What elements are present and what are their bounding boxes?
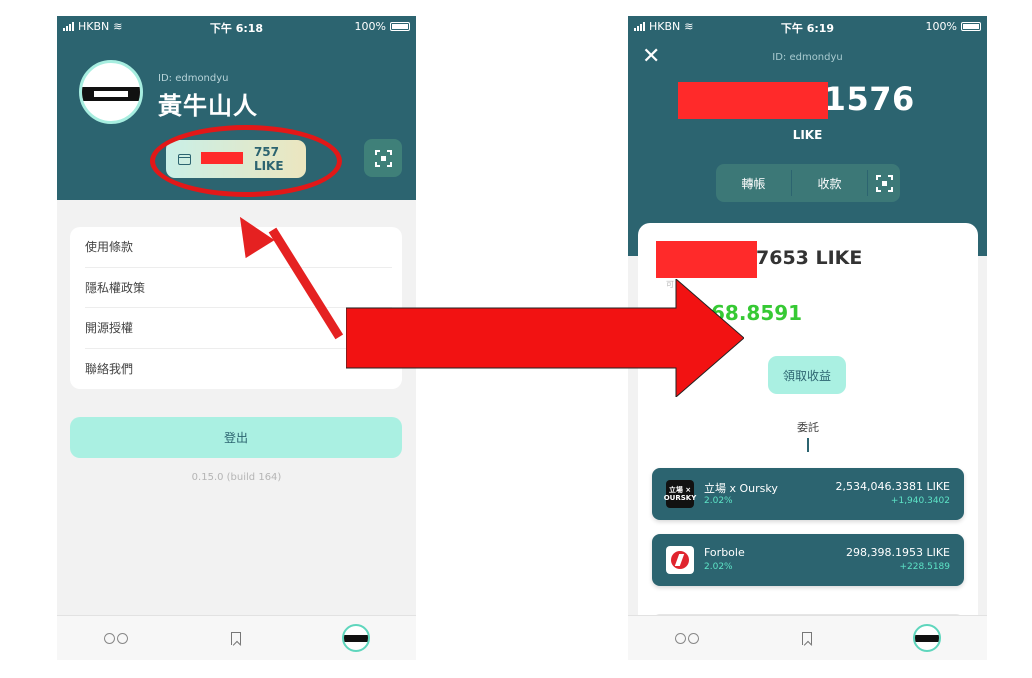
app-version: 0.15.0 (build 164): [191, 472, 282, 483]
battery-icon: [961, 22, 981, 31]
redaction-mark: [678, 82, 828, 119]
wallet-actions: 轉帳 收款: [716, 164, 900, 202]
forbole-icon: [671, 551, 689, 569]
claim-rewards-button[interactable]: 領取收益: [768, 356, 846, 394]
qr-scan-button[interactable]: [868, 174, 900, 192]
annotation-big-arrow: [346, 279, 744, 397]
bookmark-icon: [231, 631, 241, 645]
qr-code-icon: [374, 149, 392, 167]
validator-card[interactable]: Forbole 2.02% 298,398.1953 LIKE +228.518…: [652, 534, 964, 586]
validator-amount: 298,398.1953 LIKE: [845, 546, 950, 559]
tab-bar: [57, 615, 416, 660]
battery-percent: 100%: [354, 20, 386, 33]
qr-code-icon: [875, 174, 893, 192]
validator-reward: +228.5189: [899, 562, 950, 572]
redaction-mark: [656, 241, 757, 278]
validator-name: 立場 x Oursky: [704, 482, 778, 495]
tab-profile[interactable]: [341, 623, 371, 653]
user-id: ID: edmondyu: [158, 73, 229, 84]
qr-scan-button[interactable]: [364, 139, 402, 177]
tab-bookmarks[interactable]: [792, 623, 822, 653]
battery-info: 100%: [926, 20, 981, 33]
validator-amount: 2,534,046.3381 LIKE: [835, 480, 950, 493]
highlight-ellipse: [150, 125, 342, 197]
validator-rate: 2.02%: [704, 496, 733, 506]
forbole-logo: [666, 546, 694, 574]
balance-unit: LIKE: [792, 128, 823, 142]
battery-percent: 100%: [925, 20, 957, 33]
logout-button[interactable]: 登出: [70, 417, 402, 458]
transfer-button[interactable]: 轉帳: [716, 175, 791, 192]
validator-name: Forbole: [704, 546, 745, 559]
status-bar: HKBN ≋ 下午 6:18 100%: [57, 16, 416, 38]
avatar-tab-icon: [342, 624, 370, 652]
validator-logo: 立場 × OURSKY: [664, 480, 696, 508]
avatar-tab-icon: [913, 624, 941, 652]
bookmark-icon: [802, 631, 812, 645]
tab-bar: [628, 615, 987, 660]
validator-reward: +1,940.3402: [890, 496, 950, 506]
user-id: ID: edmondyu: [772, 52, 843, 63]
status-bar: HKBN ≋ 下午 6:19 100%: [628, 16, 987, 38]
tab-profile[interactable]: [912, 623, 942, 653]
glasses-icon: [104, 633, 128, 644]
profile-header: HKBN ≋ 下午 6:18 100% ID: edmondyu 黃牛山人 75…: [57, 16, 416, 200]
delegation-tab[interactable]: 委託: [638, 419, 978, 435]
receive-button[interactable]: 收款: [792, 175, 867, 192]
wallet-header: HKBN ≋ 下午 6:19 100% ✕ ID: edmondyu 7.157…: [628, 16, 987, 256]
validator-card[interactable]: 立場 × OURSKY 立場 x Oursky 2.02% 2,534,046.…: [652, 468, 964, 520]
battery-icon: [390, 22, 410, 31]
validator-rate: 2.02%: [704, 562, 733, 572]
tab-indicator: [807, 438, 809, 452]
tab-reading[interactable]: [101, 623, 131, 653]
display-name: 黃牛山人: [158, 92, 258, 120]
avatar[interactable]: [79, 60, 143, 124]
glasses-icon: [675, 633, 699, 644]
battery-info: 100%: [355, 20, 410, 33]
tab-reading[interactable]: [672, 623, 702, 653]
tab-bookmarks[interactable]: [221, 623, 251, 653]
total-balance: 7653 LIKE: [756, 247, 863, 269]
